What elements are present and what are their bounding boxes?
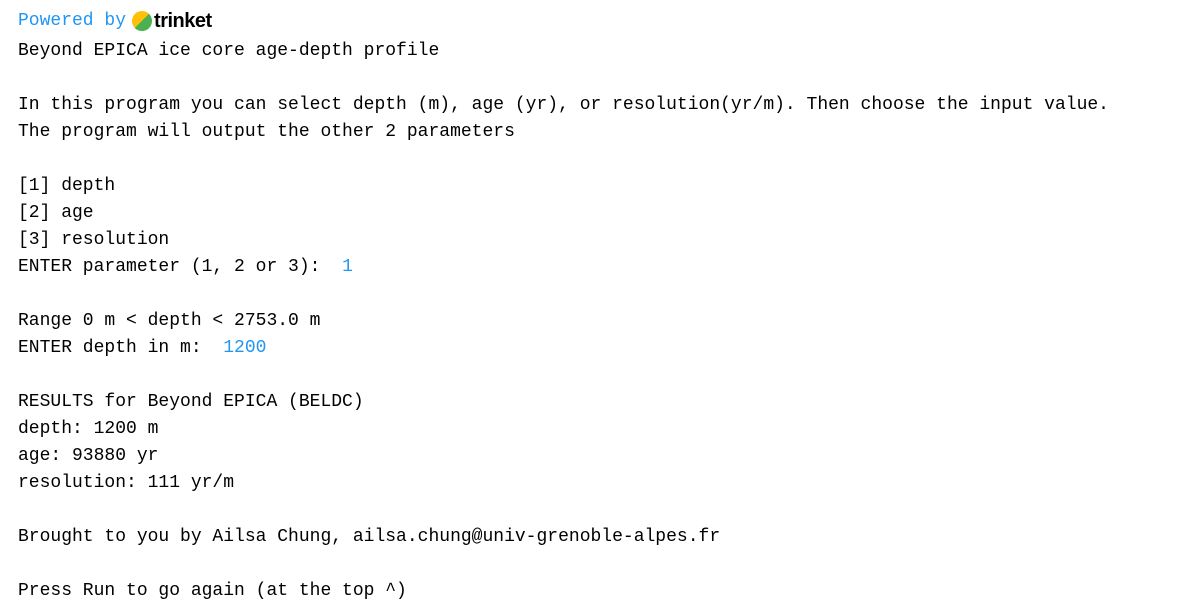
result-age: age: 93880 yr [18,443,1182,470]
user-input-depth: 1200 [223,338,266,358]
prompt-parameter-label: ENTER parameter (1, 2 or 3): [18,257,342,277]
trinket-logo-link[interactable]: trinket [132,6,212,36]
prompt-depth-label: ENTER depth in m: [18,338,223,358]
program-title: Beyond EPICA ice core age-depth profile [18,38,1182,65]
run-again-line: Press Run to go again (at the top ^) [18,578,1182,605]
trinket-brand-text: trinket [154,6,212,36]
intro-line-2: The program will output the other 2 para… [18,119,1182,146]
intro-line-1: In this program you can select depth (m)… [18,92,1182,119]
result-depth: depth: 1200 m [18,416,1182,443]
trinket-icon [132,11,152,31]
results-header: RESULTS for Beyond EPICA (BELDC) [18,389,1182,416]
user-input-parameter: 1 [342,257,353,277]
option-3: [3] resolution [18,227,1182,254]
result-resolution: resolution: 111 yr/m [18,470,1182,497]
header: Powered by trinket [18,6,1182,36]
range-line: Range 0 m < depth < 2753.0 m [18,308,1182,335]
prompt-depth-line: ENTER depth in m: 1200 [18,335,1182,362]
prompt-parameter-line: ENTER parameter (1, 2 or 3): 1 [18,254,1182,281]
option-1: [1] depth [18,173,1182,200]
credit-line: Brought to you by Ailsa Chung, ailsa.chu… [18,524,1182,551]
option-2: [2] age [18,200,1182,227]
powered-by-text: Powered by [18,8,126,35]
